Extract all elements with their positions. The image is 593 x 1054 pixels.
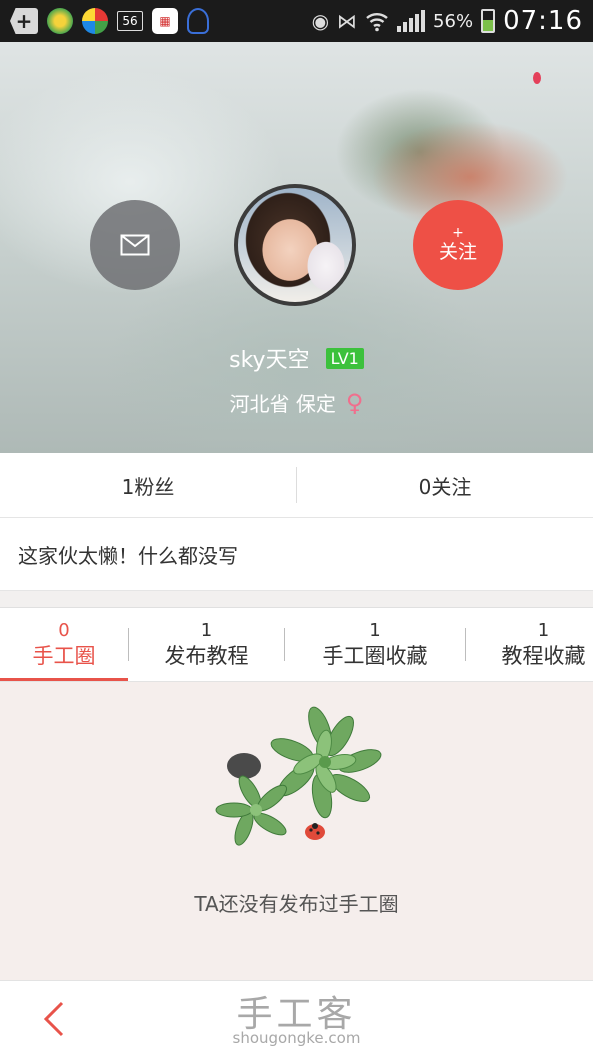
eye-icon: ◉: [311, 9, 330, 33]
back-plus-icon: +: [10, 8, 38, 34]
headset-chat-icon: [187, 8, 209, 34]
follow-label: 关注: [438, 241, 477, 263]
location: 河北省 保定: [229, 392, 336, 416]
clock: 07:16: [503, 6, 583, 36]
tab-label: 手工圈收藏: [322, 643, 428, 668]
tab-circle-favorites[interactable]: 1 手工圈收藏: [285, 608, 465, 681]
following-count[interactable]: 0关注: [297, 453, 593, 517]
tab-count: 1: [369, 619, 381, 641]
app-green-icon: [47, 8, 73, 34]
signal-icon: [397, 10, 426, 32]
avatar[interactable]: [234, 184, 356, 306]
nfc-icon: ⋈: [337, 9, 358, 33]
wifi-icon: [366, 13, 388, 32]
app-color-icon: [82, 8, 108, 34]
plus-icon: +: [452, 225, 464, 241]
mail-icon: [120, 234, 150, 256]
empty-message: TA还没有发布过手工圈: [194, 892, 399, 916]
tab-count: 1: [200, 619, 213, 641]
fans-count[interactable]: 1粉丝: [0, 453, 296, 517]
level-badge: LV1: [325, 347, 364, 369]
tab-published-tutorials[interactable]: 1 发布教程: [129, 608, 284, 681]
succulent-illustration: [215, 706, 382, 846]
notification-dot: [533, 72, 541, 84]
female-icon: ♀: [345, 388, 364, 417]
message-button[interactable]: [90, 200, 180, 290]
app-calendar-icon: ▦: [152, 8, 178, 34]
bio-text: 这家伙太懒！什么都没写: [0, 518, 593, 590]
watermark-url: shougongke.com: [232, 1029, 361, 1047]
battery-percent: 56%: [433, 10, 474, 32]
follow-button[interactable]: + 关注: [413, 200, 503, 290]
battery-icon: [481, 9, 496, 33]
tab-label: 教程收藏: [501, 643, 586, 668]
status-bar: + 56 ▦ ◉ ⋈ 56% 07:16: [0, 0, 593, 42]
section-gap: [0, 590, 593, 608]
profile-header: + 关注 sky天空 LV1 河北省 保定 ♀: [0, 42, 593, 453]
tab-count: 1: [537, 619, 550, 641]
tab-tutorial-favorites[interactable]: 1 教程收藏: [466, 608, 593, 681]
empty-state: TA还没有发布过手工圈: [0, 682, 593, 980]
tab-bar: 0 手工圈 1 发布教程 1 手工圈收藏 1 教程收藏: [0, 608, 593, 682]
tab-handmade-circle[interactable]: 0 手工圈: [0, 608, 128, 681]
username: sky天空: [229, 348, 310, 373]
bottom-bar: 手工客 shougongke.com: [0, 980, 593, 1054]
stats-bar: 1粉丝 0关注: [0, 453, 593, 518]
tab-count: 0: [58, 619, 70, 641]
tab-label: 发布教程: [164, 643, 249, 668]
tab-label: 手工圈: [32, 643, 96, 668]
notification-56-icon: 56: [117, 11, 143, 31]
